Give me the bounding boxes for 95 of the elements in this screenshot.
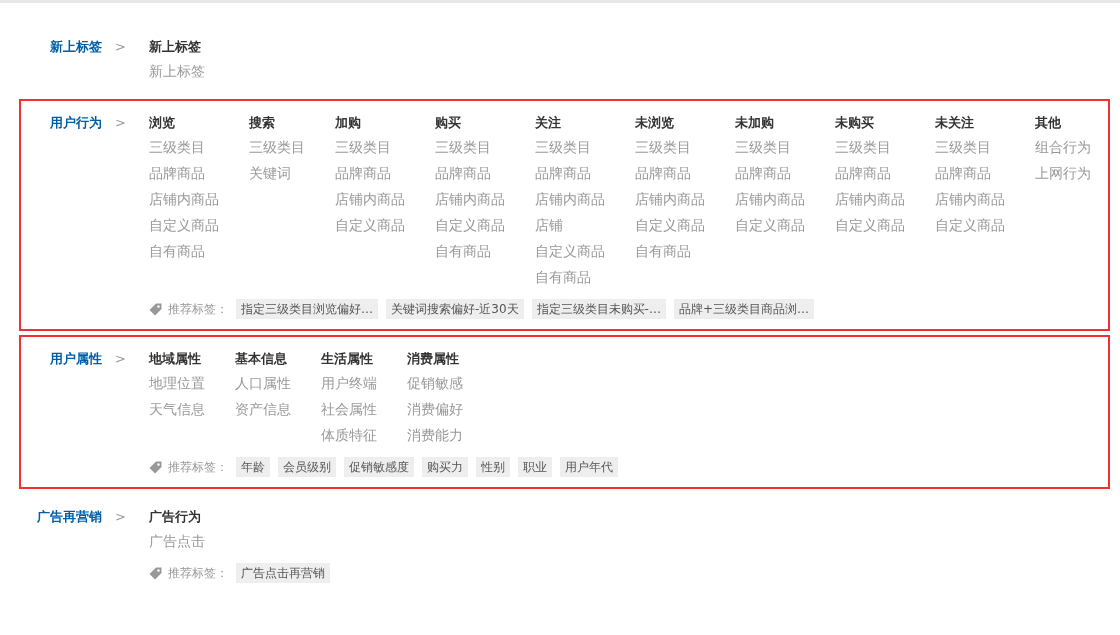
tag-option[interactable]: 店铺内商品 [149, 189, 219, 209]
tag-option[interactable]: 自定义商品 [435, 215, 505, 235]
group-title: 其他 [1035, 114, 1062, 132]
tag-option[interactable]: 三级类目 [835, 137, 905, 157]
tag-option[interactable]: 自定义商品 [735, 215, 805, 235]
recommended-tag[interactable]: 性别 [476, 457, 510, 477]
tag-option[interactable]: 自有商品 [149, 241, 219, 261]
group-title: 未关注 [935, 114, 975, 132]
tag-option[interactable]: 三级类目 [249, 137, 305, 157]
group-title: 未浏览 [635, 114, 675, 132]
recommended-label: 推荐标签： [168, 301, 228, 318]
tag-option[interactable]: 品牌商品 [435, 163, 505, 183]
recommended-tag[interactable]: 购买力 [422, 457, 468, 477]
group-title: 浏览 [149, 114, 176, 132]
tag-option[interactable]: 店铺内商品 [635, 189, 705, 209]
tag-option[interactable]: 店铺内商品 [335, 189, 405, 209]
tag-option[interactable]: 自定义商品 [635, 215, 705, 235]
tag-icon [149, 302, 162, 316]
tag-option[interactable]: 店铺内商品 [535, 189, 605, 209]
tag-option[interactable]: 自定义商品 [935, 215, 1005, 235]
separator: > [114, 350, 127, 368]
tag-option[interactable]: 三级类目 [335, 137, 405, 157]
tag-icon [149, 460, 162, 474]
tag-option[interactable]: 资产信息 [235, 399, 291, 419]
recommended-tag[interactable]: 指定三级类目未购买-… [531, 299, 666, 319]
tag-option[interactable]: 消费偏好 [407, 399, 463, 419]
separator: > [114, 114, 127, 132]
tag-option[interactable]: 品牌商品 [535, 163, 605, 183]
tag-option[interactable]: 店铺内商品 [435, 189, 505, 209]
tag-option[interactable]: 天气信息 [149, 399, 205, 419]
tag-option[interactable]: 品牌商品 [735, 163, 805, 183]
recommended-tag[interactable]: 关键词搜索偏好-近30天 [386, 299, 524, 319]
group-title: 未加购 [735, 114, 775, 132]
group-title: 消费属性 [407, 350, 460, 368]
recommended-tag[interactable]: 会员级别 [278, 457, 336, 477]
tag-option[interactable]: 新上标签 [149, 61, 205, 81]
group-title: 购买 [435, 114, 462, 132]
recommended-tag[interactable]: 广告点击再营销 [236, 563, 330, 583]
group-title: 广告行为 [149, 508, 202, 526]
tag-option[interactable]: 三级类目 [735, 137, 805, 157]
group-title: 基本信息 [235, 350, 288, 368]
category-label[interactable]: 用户行为 [21, 113, 102, 293]
tag-option[interactable]: 自定义商品 [835, 215, 905, 235]
recommended-tag[interactable]: 促销敏感度 [344, 457, 414, 477]
tag-option[interactable]: 促销敏感 [407, 373, 463, 393]
tag-option[interactable]: 三级类目 [435, 137, 505, 157]
tag-option[interactable]: 三级类目 [149, 137, 219, 157]
tag-option[interactable]: 体质特征 [321, 425, 377, 445]
recommended-tag[interactable]: 指定三级类目浏览偏好… [236, 299, 378, 319]
category-label[interactable]: 广告再营销 [21, 507, 102, 557]
tag-option[interactable]: 用户终端 [321, 373, 377, 393]
tag-option[interactable]: 三级类目 [935, 137, 1005, 157]
tag-option[interactable]: 自有商品 [535, 267, 605, 287]
tag-option[interactable]: 店铺内商品 [735, 189, 805, 209]
tag-option[interactable]: 自定义商品 [149, 215, 219, 235]
tag-option[interactable]: 三级类目 [535, 137, 605, 157]
tag-option[interactable]: 品牌商品 [835, 163, 905, 183]
tag-option[interactable]: 自定义商品 [335, 215, 405, 235]
category-label[interactable]: 用户属性 [21, 349, 102, 451]
separator: > [114, 508, 127, 526]
tag-option[interactable]: 店铺内商品 [835, 189, 905, 209]
group-title: 关注 [535, 114, 562, 132]
tag-option[interactable]: 自有商品 [635, 241, 705, 261]
group-title: 新上标签 [149, 38, 202, 56]
category-label[interactable]: 新上标签 [21, 37, 102, 87]
tag-option[interactable]: 店铺 [535, 215, 605, 235]
group-title: 地域属性 [149, 350, 202, 368]
tag-option[interactable]: 自有商品 [435, 241, 505, 261]
tag-option[interactable]: 社会属性 [321, 399, 377, 419]
tag-option[interactable]: 品牌商品 [149, 163, 219, 183]
tag-option[interactable]: 上网行为 [1035, 163, 1091, 183]
recommended-tag[interactable]: 用户年代 [560, 457, 618, 477]
tag-option[interactable]: 自定义商品 [535, 241, 605, 261]
group-title: 加购 [335, 114, 362, 132]
recommended-label: 推荐标签： [168, 565, 228, 582]
tag-option[interactable]: 店铺内商品 [935, 189, 1005, 209]
tag-option[interactable]: 品牌商品 [635, 163, 705, 183]
group-title: 搜索 [249, 114, 276, 132]
tag-option[interactable]: 品牌商品 [935, 163, 1005, 183]
tag-option[interactable]: 人口属性 [235, 373, 291, 393]
recommended-label: 推荐标签： [168, 459, 228, 476]
tag-option[interactable]: 关键词 [249, 163, 305, 183]
tag-option[interactable]: 三级类目 [635, 137, 705, 157]
tag-icon [149, 566, 162, 580]
group-title: 生活属性 [321, 350, 374, 368]
separator: > [114, 38, 127, 56]
tag-option[interactable]: 消费能力 [407, 425, 463, 445]
recommended-tag[interactable]: 职业 [518, 457, 552, 477]
recommended-tag[interactable]: 品牌+三级类目商品浏… [673, 299, 814, 319]
tag-option[interactable]: 品牌商品 [335, 163, 405, 183]
group-title: 未购买 [835, 114, 875, 132]
recommended-tag[interactable]: 年龄 [236, 457, 270, 477]
tag-option[interactable]: 地理位置 [149, 373, 205, 393]
tag-option[interactable]: 组合行为 [1035, 137, 1091, 157]
tag-option[interactable]: 广告点击 [149, 531, 205, 551]
